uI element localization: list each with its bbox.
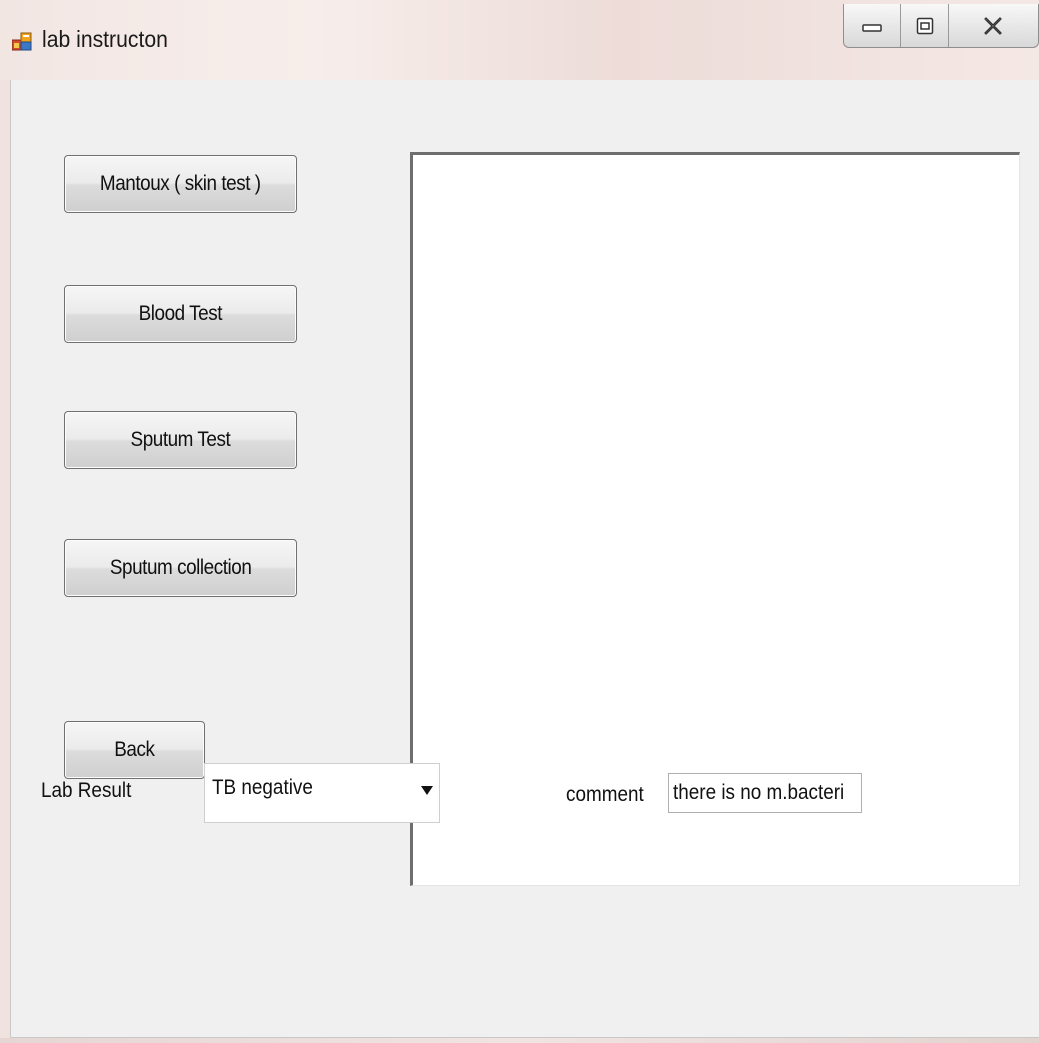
blood-test-button[interactable]: Blood Test [64, 285, 297, 343]
dropdown-arrow-icon[interactable] [421, 786, 433, 795]
comment-label: comment [566, 783, 644, 806]
mantoux-button[interactable]: Mantoux ( skin test ) [64, 155, 297, 213]
sputum-test-button[interactable]: Sputum Test [64, 411, 297, 469]
minimize-button[interactable] [844, 4, 902, 47]
title-bar[interactable]: lab instructon [0, 0, 1039, 80]
minimize-icon [862, 23, 882, 32]
window-bottom-border [0, 1038, 1039, 1043]
comment-input-value: there is no m.bacteri [673, 781, 845, 804]
blood-test-button-label: Blood Test [138, 302, 223, 325]
lab-result-label: Lab Result [41, 779, 132, 802]
back-button[interactable]: Back [64, 721, 205, 779]
sputum-test-button-label: Sputum Test [130, 428, 231, 451]
lab-result-selected: TB negative [212, 776, 313, 799]
client-area: Mantoux ( skin test ) Blood Test Sputum … [10, 80, 1039, 1038]
close-icon [984, 16, 1003, 35]
app-window-icon [12, 32, 32, 51]
back-button-label: Back [114, 738, 155, 761]
comment-input[interactable]: there is no m.bacteri [668, 773, 862, 813]
window-controls [843, 4, 1039, 48]
app-window: lab instructon Mantoux ( skin test) Blo… [0, 0, 1039, 1043]
mantoux-button-label: Mantoux ( skin test ) [100, 172, 261, 195]
lab-result-dropdown[interactable]: TB negative [204, 763, 440, 823]
maximize-icon [916, 17, 933, 34]
sputum-collection-button[interactable]: Sputum collection [64, 539, 297, 597]
maximize-button[interactable] [901, 4, 949, 47]
sputum-collection-button-label: Sputum collection [109, 556, 252, 579]
close-button[interactable] [949, 4, 1038, 47]
window-title: lab instructon [42, 26, 168, 52]
